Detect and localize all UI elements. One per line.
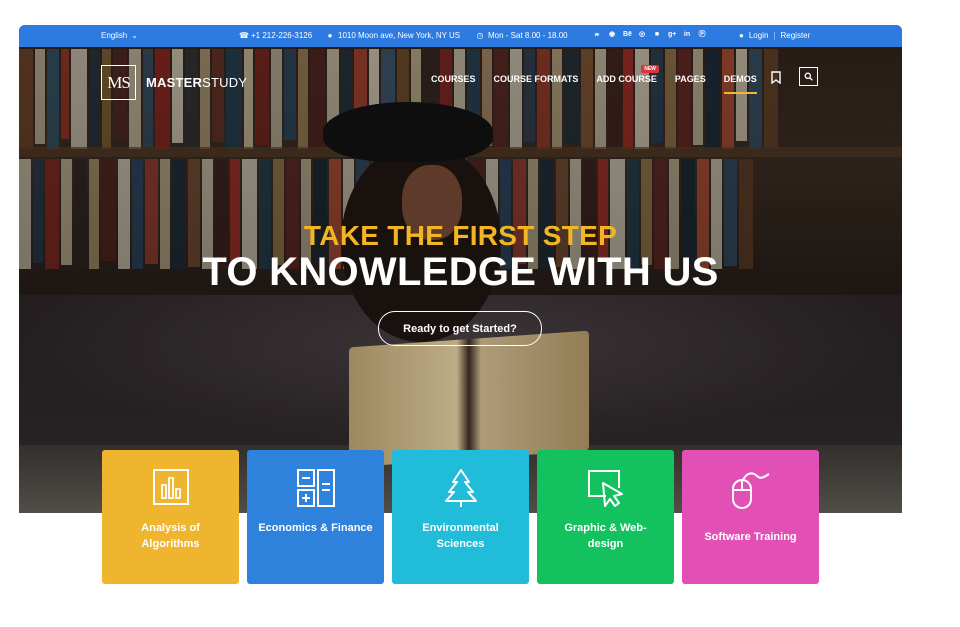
topbar-phone[interactable]: ☎ +1 212-226-3126	[239, 31, 312, 40]
category-label: Economics & Finance	[258, 522, 373, 534]
phone-text: +1 212-226-3126	[251, 31, 313, 40]
pinterest-icon[interactable]: Ⓟ	[698, 30, 706, 39]
search-icon	[804, 72, 813, 81]
logo-wordmark: MASTERSTUDY	[146, 75, 247, 90]
dribbble-icon[interactable]: ◎	[638, 30, 646, 39]
search-button[interactable]	[799, 67, 818, 86]
hours-text: Mon - Sat 8.00 - 18.00	[488, 31, 568, 40]
user-icon: ●	[739, 31, 744, 40]
category-label: Graphic & Web-design	[564, 522, 647, 550]
chart-icon	[102, 468, 239, 510]
chevron-down-icon: ⌄	[131, 31, 138, 40]
hero-headline-line2: TO KNOWLEDGE WITH US	[202, 250, 719, 294]
mouse-icon	[682, 468, 819, 510]
tree-icon	[392, 468, 529, 510]
instagram-icon[interactable]: ◉	[608, 30, 616, 39]
nav-item-course-formats[interactable]: COURSE FORMATS	[494, 74, 579, 84]
hero-section: MS MASTERSTUDY COURSES COURSE FORMATS AD…	[19, 47, 902, 513]
map-pin-icon: ●	[327, 30, 333, 40]
hero-headline-line1: TAKE THE FIRST STEP	[303, 220, 618, 251]
logo-name-bold: MASTER	[146, 75, 203, 90]
topbar-hours: ◷ Mon - Sat 8.00 - 18.00	[476, 31, 568, 40]
google-plus-icon[interactable]: g+	[668, 30, 676, 39]
get-started-button[interactable]: Ready to get Started?	[378, 311, 542, 346]
phone-icon: ☎	[239, 30, 249, 40]
category-tile-environmental[interactable]: Environmental Sciences	[392, 450, 529, 584]
nav-item-courses[interactable]: COURSES	[431, 74, 476, 84]
nav-item-pages[interactable]: PAGES	[675, 74, 706, 84]
category-tile-graphic-web[interactable]: Graphic & Web-design	[537, 450, 674, 584]
new-badge: NEW	[641, 65, 659, 73]
bookmark-icon[interactable]	[771, 71, 781, 85]
logo-mark: MS	[101, 65, 136, 100]
category-label: Analysis of Algorithms	[141, 522, 200, 550]
twitter-icon[interactable]: 𝓃	[593, 30, 601, 39]
linkedin-icon[interactable]: in	[683, 30, 691, 39]
category-tiles: Analysis of Algorithms Economics & Finan…	[102, 450, 819, 584]
login-link[interactable]: Login	[749, 31, 769, 40]
nav-item-add-course[interactable]: ADD COURSE NEW	[596, 65, 659, 84]
cursor-icon	[537, 468, 674, 510]
calculator-icon	[247, 468, 384, 510]
browser-frame: MS MASTERSTUDY COURSES COURSE FORMATS AD…	[19, 25, 902, 513]
category-tile-economics[interactable]: Economics & Finance	[247, 450, 384, 584]
social-links: 𝓃 ◉ Bē ◎ ■ g+ in Ⓟ	[593, 30, 706, 39]
behance-icon[interactable]: Bē	[623, 30, 632, 39]
topbar-address: ● 1010 Moon ave, New York, NY US	[326, 30, 461, 40]
auth-links: ● Login | Register	[739, 31, 810, 40]
top-bar: English ⌄ ☎ +1 212-226-3126 ● 1010 Moon ave…	[19, 25, 902, 47]
category-label: Environmental Sciences	[422, 522, 499, 550]
address-text: 1010 Moon ave, New York, NY US	[338, 31, 461, 40]
register-link[interactable]: Register	[781, 31, 811, 40]
nav-item-demos[interactable]: DEMOS	[723, 74, 757, 94]
category-tile-software[interactable]: Software Training	[682, 450, 819, 584]
auth-separator: |	[773, 31, 776, 40]
nav-item-add-course-label: ADD COURSE	[596, 74, 657, 84]
category-label: Software Training	[704, 531, 797, 543]
main-nav: COURSES COURSE FORMATS ADD COURSE NEW PAG…	[431, 65, 757, 94]
logo-name-light: STUDY	[202, 75, 248, 90]
flickr-icon[interactable]: ■	[653, 30, 661, 39]
language-selector[interactable]: English ⌄	[101, 31, 138, 40]
category-tile-algorithms[interactable]: Analysis of Algorithms	[102, 450, 239, 584]
clock-icon: ◷	[476, 30, 484, 40]
site-logo[interactable]: MS MASTERSTUDY	[101, 65, 247, 100]
language-label: English	[101, 31, 128, 40]
